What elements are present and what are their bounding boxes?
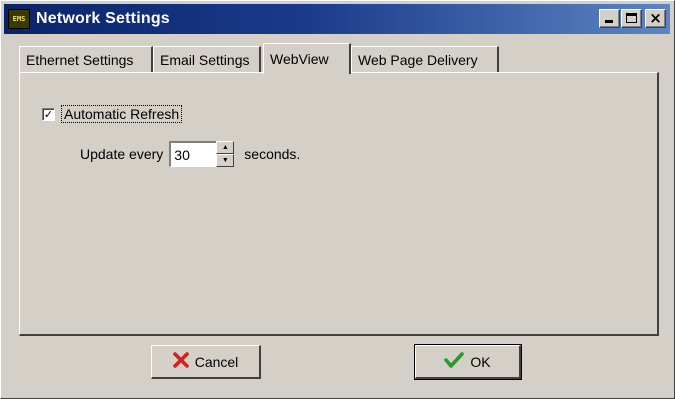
ok-button[interactable]: OK — [414, 344, 522, 380]
update-interval-row: Update every 30 ▲ ▼ seconds. — [80, 141, 300, 167]
ok-label: OK — [470, 353, 491, 370]
cancel-button[interactable]: Cancel — [151, 345, 261, 379]
maximize-icon — [626, 13, 637, 23]
red-x-icon — [172, 352, 189, 371]
spin-buttons: ▲ ▼ — [216, 141, 235, 167]
checkmark-icon: ✓ — [43, 107, 54, 121]
update-suffix-label: seconds. — [244, 146, 301, 162]
tab-label: Email Settings — [160, 51, 250, 68]
automatic-refresh-row: ✓ Automatic Refresh — [42, 105, 183, 123]
tab-label: Web Page Delivery — [358, 51, 478, 68]
arrow-up-icon: ▲ — [221, 144, 229, 151]
tab-webview[interactable]: WebView — [263, 43, 351, 74]
spin-down-button[interactable]: ▼ — [216, 154, 235, 167]
maximize-button[interactable] — [621, 9, 642, 28]
update-interval-input[interactable]: 30 — [169, 141, 218, 167]
update-interval-stepper: 30 ▲ ▼ — [169, 141, 235, 167]
webview-tab-panel: ✓ Automatic Refresh Update every 30 ▲ ▼ … — [19, 72, 659, 336]
caption-buttons: × — [598, 9, 666, 28]
window-title: Network Settings — [36, 10, 170, 27]
automatic-refresh-checkbox[interactable]: ✓ — [42, 107, 55, 121]
tab-label: Ethernet Settings — [26, 51, 134, 68]
cancel-label: Cancel — [194, 353, 239, 370]
green-checkmark-icon — [444, 352, 465, 371]
app-icon-text: EMS — [12, 15, 26, 23]
close-button[interactable]: × — [645, 9, 666, 28]
network-settings-app-icon: EMS — [8, 9, 30, 29]
spin-up-button[interactable]: ▲ — [216, 141, 235, 154]
title-bar[interactable]: EMS Network Settings × — [4, 4, 670, 34]
tab-web-page-delivery[interactable]: Web Page Delivery — [351, 46, 499, 72]
update-prefix-label: Update every — [80, 146, 164, 162]
minimize-button[interactable] — [599, 9, 620, 28]
arrow-down-icon: ▼ — [221, 157, 229, 164]
tab-ethernet-settings[interactable]: Ethernet Settings — [19, 46, 153, 72]
tab-label: WebView — [270, 51, 329, 67]
minimize-icon — [605, 20, 613, 23]
close-icon: × — [649, 9, 662, 27]
automatic-refresh-label[interactable]: Automatic Refresh — [61, 105, 183, 123]
tab-email-settings[interactable]: Email Settings — [153, 46, 261, 72]
network-settings-window: EMS Network Settings × Ethernet Settings… — [0, 0, 675, 399]
